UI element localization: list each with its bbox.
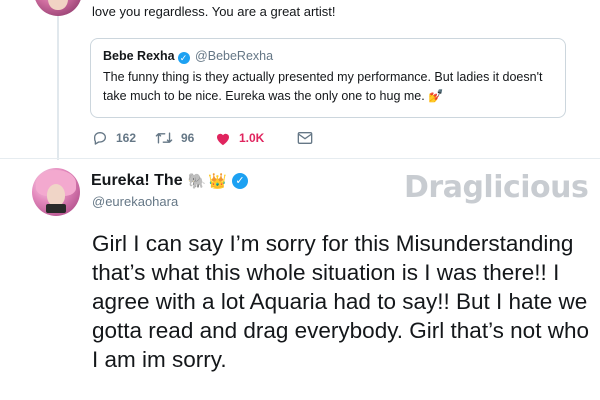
quoted-tweet-handle[interactable]: @BebeRexha xyxy=(195,49,273,63)
previous-tweet-text: love you regardless. You are a great art… xyxy=(92,4,336,19)
like-count: 1.0K xyxy=(239,131,265,145)
crown-emoji: 👑 xyxy=(208,172,227,190)
retweet-count: 96 xyxy=(181,131,195,145)
reply-button[interactable]: 162 xyxy=(92,130,155,146)
quoted-tweet-header: Bebe Rexha ✓ @BebeRexha xyxy=(103,48,553,65)
author-avatar[interactable] xyxy=(32,168,80,216)
quoted-tweet-text: The funny thing is they actually present… xyxy=(103,70,543,103)
author-handle[interactable]: @eurekaohara xyxy=(92,194,178,209)
verified-icon: ✓ xyxy=(177,52,190,64)
reply-count: 162 xyxy=(116,131,137,145)
author-name[interactable]: Eureka! The xyxy=(91,172,183,190)
direct-message-button[interactable] xyxy=(297,131,321,145)
verified-icon: ✓ xyxy=(231,173,248,189)
reply-icon xyxy=(92,130,108,146)
tweet-text: Girl I can say I’m sorry for this Misund… xyxy=(92,231,589,372)
author-name-row[interactable]: Eureka! The 🐘 👑 ✓ xyxy=(91,172,248,190)
tweet-actions-bar: 162 96 1.0K xyxy=(92,128,321,148)
mail-icon xyxy=(297,131,313,145)
quoted-tweet-author-name[interactable]: Bebe Rexha xyxy=(103,49,175,63)
thread-connector-line xyxy=(57,16,59,160)
heart-icon xyxy=(215,131,231,146)
retweet-icon xyxy=(155,130,173,146)
elephant-emoji: 🐘 xyxy=(187,172,207,190)
like-button[interactable]: 1.0K xyxy=(215,131,297,146)
tweet-divider xyxy=(0,158,600,159)
retweet-button[interactable]: 96 xyxy=(155,130,215,146)
quoted-tweet-card[interactable]: Bebe Rexha ✓ @BebeRexha The funny thing i… xyxy=(90,38,566,118)
watermark-logo: Draglicious xyxy=(404,170,589,205)
previous-tweet-avatar[interactable] xyxy=(34,0,82,16)
